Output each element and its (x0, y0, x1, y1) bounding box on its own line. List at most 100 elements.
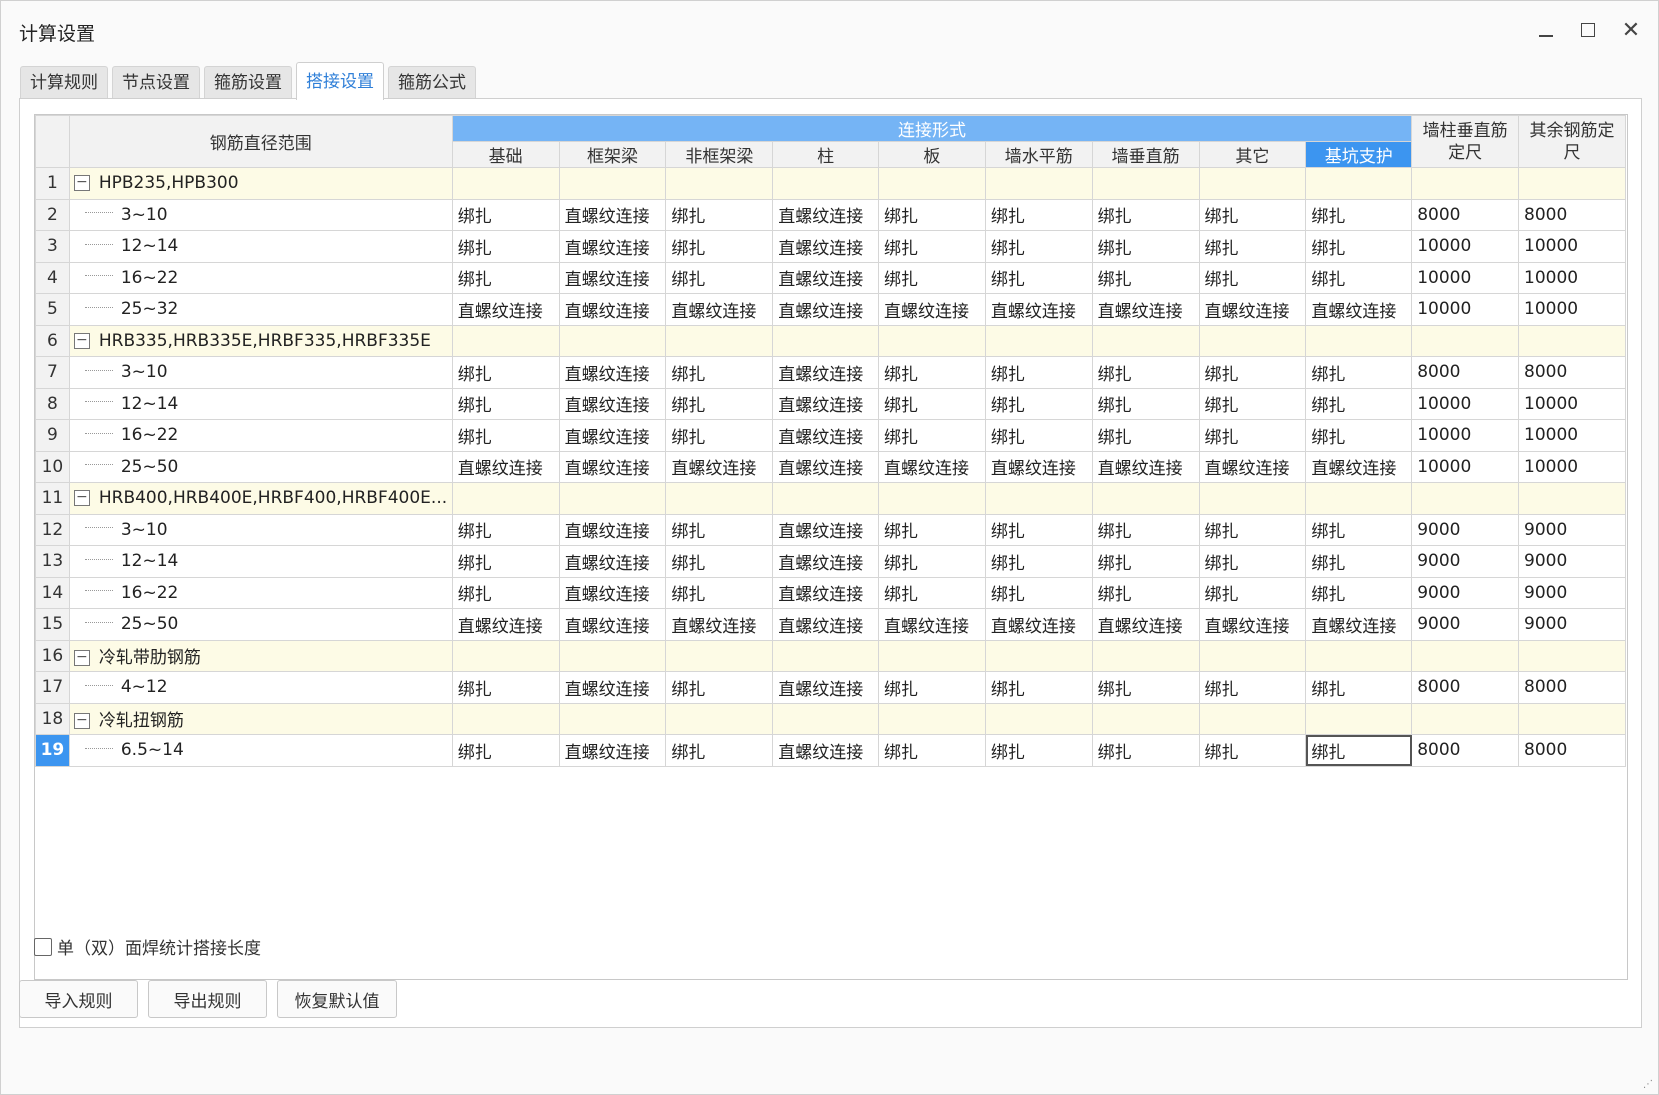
connection-cell[interactable] (1305, 167, 1413, 200)
diameter-range-cell[interactable]: − 冷轧扭钢筋 (68, 702, 453, 735)
row-number[interactable]: 18 (35, 702, 70, 735)
connection-cell[interactable] (1198, 482, 1307, 515)
connection-cell[interactable]: 直螺纹连接 (558, 419, 667, 452)
connection-cell[interactable] (451, 324, 560, 357)
connection-cell[interactable]: 绑扎 (878, 671, 986, 704)
connection-cell[interactable]: 绑扎 (1305, 356, 1413, 389)
connection-cell[interactable]: 绑扎 (1091, 545, 1200, 578)
diameter-range-cell[interactable]: 16~22 (68, 261, 453, 294)
connection-cell[interactable]: 绑扎 (984, 671, 1093, 704)
connection-cell[interactable]: 绑扎 (1091, 356, 1200, 389)
connection-cell[interactable]: 直螺纹连接 (558, 293, 667, 326)
header-connection-col[interactable]: 墙垂直筋 (1091, 141, 1200, 168)
tab-0[interactable]: 计算规则 (20, 66, 108, 99)
other-length-cell[interactable]: 9000 (1518, 545, 1626, 578)
connection-cell[interactable]: 直螺纹连接 (772, 198, 880, 231)
row-number[interactable]: 1 (35, 167, 70, 200)
header-diameter-range[interactable]: 钢筋直径范围 (68, 115, 453, 168)
connection-cell[interactable]: 绑扎 (451, 576, 560, 609)
connection-cell[interactable]: 绑扎 (878, 387, 986, 420)
connection-cell[interactable]: 绑扎 (665, 545, 774, 578)
connection-cell[interactable]: 直螺纹连接 (1091, 450, 1200, 483)
wall-length-cell[interactable]: 9000 (1411, 513, 1520, 546)
connection-cell[interactable]: 绑扎 (665, 576, 774, 609)
table-row[interactable]: 2 3~10 绑扎 直螺纹连接 绑扎 直螺纹连接 绑扎 绑扎 绑扎 绑扎 绑扎 8000 8000 (35, 198, 1626, 231)
header-connection-col[interactable]: 其它 (1198, 141, 1307, 168)
connection-cell[interactable]: 绑扎 (1198, 387, 1307, 420)
connection-cell[interactable]: 绑扎 (1305, 576, 1413, 609)
connection-cell[interactable] (1198, 702, 1307, 735)
connection-cell[interactable]: 直螺纹连接 (984, 450, 1093, 483)
connection-cell[interactable]: 直螺纹连接 (772, 513, 880, 546)
row-number[interactable]: 2 (35, 198, 70, 231)
connection-cell[interactable]: 直螺纹连接 (772, 356, 880, 389)
connection-cell[interactable]: 直螺纹连接 (665, 293, 774, 326)
connection-cell[interactable]: 直螺纹连接 (1198, 450, 1307, 483)
connection-cell[interactable]: 绑扎 (451, 513, 560, 546)
connection-cell[interactable]: 绑扎 (1305, 513, 1413, 546)
wall-length-cell[interactable]: 10000 (1411, 293, 1520, 326)
connection-cell[interactable]: 绑扎 (984, 230, 1093, 263)
connection-cell[interactable]: 直螺纹连接 (772, 293, 880, 326)
header-connection-col[interactable]: 基础 (451, 141, 560, 168)
wall-length-cell[interactable]: 10000 (1411, 261, 1520, 294)
row-number[interactable]: 11 (35, 482, 70, 515)
other-length-cell[interactable] (1518, 482, 1626, 515)
diameter-range-cell[interactable]: 3~10 (68, 513, 453, 546)
header-connection-col[interactable]: 基坑支护 (1305, 141, 1413, 168)
table-row[interactable]: 9 16~22 绑扎 直螺纹连接 绑扎 直螺纹连接 绑扎 绑扎 绑扎 绑扎 绑扎 10000 10000 (35, 419, 1626, 452)
connection-cell[interactable]: 直螺纹连接 (772, 734, 880, 767)
connection-cell[interactable]: 绑扎 (1305, 671, 1413, 704)
tab-1[interactable]: 节点设置 (112, 66, 200, 99)
wall-length-cell[interactable] (1411, 639, 1520, 672)
connection-cell[interactable]: 绑扎 (1091, 513, 1200, 546)
connection-cell[interactable]: 绑扎 (451, 230, 560, 263)
restore-defaults-button[interactable]: 恢复默认值 (277, 980, 397, 1018)
connection-cell[interactable]: 绑扎 (451, 387, 560, 420)
connection-cell[interactable]: 绑扎 (878, 576, 986, 609)
connection-cell[interactable]: 直螺纹连接 (772, 576, 880, 609)
other-length-cell[interactable] (1518, 639, 1626, 672)
header-connection-col[interactable]: 墙水平筋 (984, 141, 1093, 168)
table-row[interactable]: 12 3~10 绑扎 直螺纹连接 绑扎 直螺纹连接 绑扎 绑扎 绑扎 绑扎 绑扎 9000 9000 (35, 513, 1626, 546)
connection-cell[interactable]: 直螺纹连接 (558, 734, 667, 767)
connection-cell[interactable]: 直螺纹连接 (558, 198, 667, 231)
diameter-range-cell[interactable]: 12~14 (68, 230, 453, 263)
connection-cell[interactable]: 绑扎 (451, 734, 560, 767)
connection-cell[interactable]: 绑扎 (878, 545, 986, 578)
connection-cell[interactable]: 直螺纹连接 (1305, 293, 1413, 326)
connection-cell[interactable]: 绑扎 (1305, 545, 1413, 578)
header-other-length[interactable]: 其余钢筋定尺 (1518, 115, 1626, 168)
connection-cell[interactable]: 直螺纹连接 (984, 608, 1093, 641)
wall-length-cell[interactable] (1411, 167, 1520, 200)
connection-cell[interactable]: 直螺纹连接 (558, 576, 667, 609)
connection-cell[interactable]: 直螺纹连接 (1198, 293, 1307, 326)
connection-cell[interactable] (772, 167, 880, 200)
diameter-range-cell[interactable]: − HPB235,HPB300 (68, 167, 453, 200)
wall-length-cell[interactable]: 8000 (1411, 356, 1520, 389)
connection-cell[interactable] (1305, 639, 1413, 672)
connection-cell[interactable]: 绑扎 (1198, 576, 1307, 609)
connection-cell[interactable]: 绑扎 (1305, 230, 1413, 263)
connection-cell[interactable]: 直螺纹连接 (772, 419, 880, 452)
connection-cell[interactable]: 绑扎 (1198, 513, 1307, 546)
connection-cell[interactable]: 绑扎 (665, 387, 774, 420)
other-length-cell[interactable]: 10000 (1518, 450, 1626, 483)
wall-length-cell[interactable] (1411, 324, 1520, 357)
connection-cell[interactable]: 绑扎 (451, 261, 560, 294)
connection-cell[interactable] (558, 324, 667, 357)
wall-length-cell[interactable]: 10000 (1411, 450, 1520, 483)
wall-length-cell[interactable]: 9000 (1411, 608, 1520, 641)
connection-cell[interactable] (451, 482, 560, 515)
connection-cell[interactable]: 绑扎 (878, 356, 986, 389)
connection-cell[interactable]: 直螺纹连接 (878, 608, 986, 641)
connection-cell[interactable] (878, 639, 986, 672)
connection-cell[interactable] (1091, 167, 1200, 200)
connection-cell[interactable]: 绑扎 (878, 261, 986, 294)
connection-cell[interactable] (878, 167, 986, 200)
connection-cell[interactable]: 绑扎 (451, 545, 560, 578)
connection-cell[interactable]: 绑扎 (1305, 734, 1413, 767)
wall-length-cell[interactable] (1411, 702, 1520, 735)
resize-grip-icon[interactable]: ⋰ (1643, 1079, 1655, 1091)
connection-cell[interactable] (984, 639, 1093, 672)
